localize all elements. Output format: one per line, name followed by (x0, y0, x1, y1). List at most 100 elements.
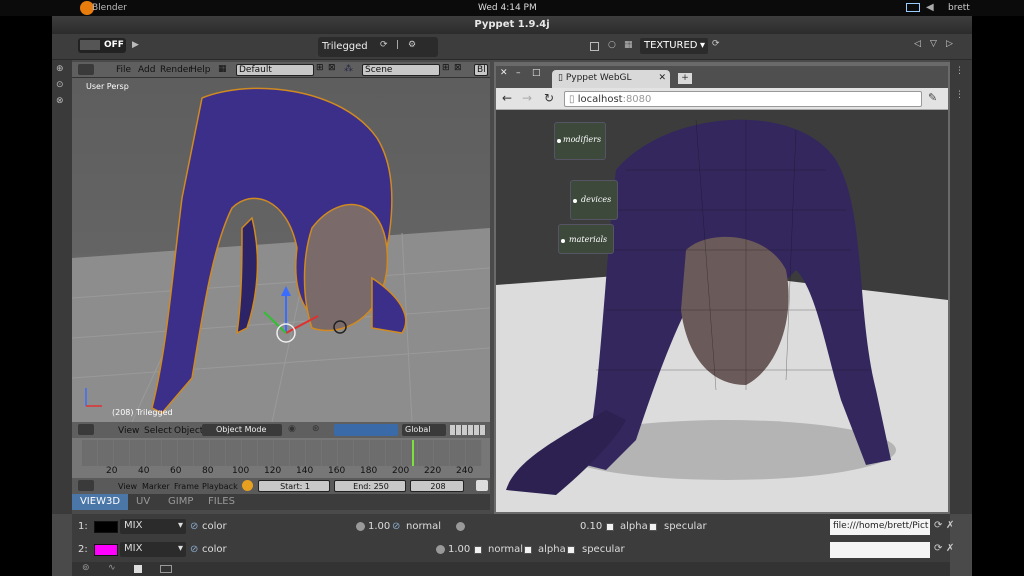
blend-mode-dropdown[interactable]: MIX ▾ (120, 542, 186, 557)
checkbox-icon[interactable] (590, 42, 599, 51)
blend-mode-dropdown[interactable]: MIX ▾ (120, 519, 186, 534)
secondary-value[interactable]: 0.10 (580, 521, 602, 532)
factor-value[interactable]: 1.00 (368, 521, 390, 532)
add-icon[interactable]: ⊞ (316, 63, 324, 73)
power-toggle[interactable]: OFF (78, 38, 126, 53)
user-menu[interactable]: brett (948, 3, 970, 13)
add-icon[interactable]: ⊞ (442, 63, 450, 73)
menu-view[interactable]: View (118, 482, 137, 491)
node-modifiers[interactable]: modifiers (554, 122, 606, 160)
menu-view[interactable]: View (118, 426, 139, 436)
orientation-dropdown[interactable]: Global (402, 424, 446, 436)
mode-checkbox[interactable] (524, 546, 532, 554)
circle-icon[interactable]: ⊚ (82, 563, 90, 573)
channel-dot-icon[interactable] (356, 522, 365, 531)
remove-icon[interactable]: ✗ (946, 543, 954, 554)
layout-field[interactable]: Default (236, 64, 314, 76)
texture-path-input[interactable] (830, 542, 930, 558)
tool-icon[interactable]: ⊙ (56, 80, 64, 90)
current-frame-field[interactable]: 208 (410, 480, 464, 492)
browser-tab[interactable]: ▯ Pyppet WebGL ✕ (552, 70, 670, 88)
texture-path-input[interactable]: file:///home/brett/Pict (830, 519, 930, 535)
menu-frame[interactable]: Frame (174, 482, 199, 491)
info-icon[interactable] (78, 64, 94, 75)
close-icon[interactable]: ✕ (500, 68, 508, 78)
tab-view3d[interactable]: VIEW3D (72, 494, 128, 510)
wrench-icon[interactable]: ✎ (928, 91, 937, 104)
address-bar[interactable]: ▯ localhost:8080 (564, 91, 922, 107)
tab-uv[interactable]: UV (136, 496, 150, 507)
viewport-3d[interactable]: User Persp (208) Trilegged (72, 78, 490, 422)
menu-marker[interactable]: Marker (142, 482, 170, 491)
scene-field[interactable]: Scene (362, 64, 440, 76)
play-controls-icon[interactable] (476, 480, 488, 491)
menu-select[interactable]: Select (144, 426, 172, 436)
webgl-canvas[interactable]: modifiers devices materials (496, 110, 948, 512)
tab-gimp[interactable]: GIMP (168, 496, 193, 507)
factor-value[interactable]: 1.00 (448, 544, 470, 555)
timeline-playhead[interactable] (412, 440, 414, 466)
value-checkbox[interactable] (606, 523, 614, 531)
maximize-icon[interactable]: □ (532, 68, 541, 78)
engine-field[interactable]: Bl (474, 64, 488, 76)
node-devices[interactable]: devices (570, 180, 618, 220)
system-clock[interactable]: Wed 4:14 PM (478, 3, 537, 13)
close-icon[interactable]: ⊠ (454, 63, 462, 73)
menu-help[interactable]: Help (190, 65, 211, 75)
tool-icon[interactable]: ⊗ (56, 96, 64, 106)
tool-icon[interactable]: ⊕ (56, 64, 64, 74)
arrow-down-icon[interactable]: ▽ (930, 39, 937, 49)
arrow-right-icon[interactable]: ▷ (946, 39, 953, 49)
remove-icon[interactable]: ✗ (946, 520, 954, 531)
volume-icon[interactable]: ◀ (926, 2, 934, 13)
close-icon[interactable]: ⊠ (328, 63, 336, 73)
shading-sphere-icon[interactable]: ◉ (288, 424, 296, 434)
shading-dropdown[interactable]: TEXTURED ▾ (640, 38, 708, 54)
tool-icon[interactable]: ⋮ (955, 66, 964, 76)
editor-type-icon[interactable] (78, 424, 94, 435)
end-frame-field[interactable]: End: 250 (334, 480, 406, 492)
settings-icon[interactable]: ⚙ (408, 40, 416, 50)
layers-icon[interactable] (450, 425, 486, 435)
alpha-checkbox[interactable] (649, 523, 657, 531)
curve-icon[interactable]: ∿ (108, 563, 116, 573)
minimize-icon[interactable]: – (516, 68, 521, 78)
link-icon[interactable]: ⊘ (392, 521, 400, 532)
keyboard-icon[interactable] (160, 565, 172, 573)
reload-icon[interactable]: ↻ (544, 91, 554, 105)
arrow-left-icon[interactable]: ◁ (914, 39, 921, 49)
link-icon[interactable]: ⊘ (190, 544, 198, 555)
new-tab-button[interactable]: + (678, 73, 692, 84)
refresh-icon[interactable]: ⟳ (712, 39, 720, 49)
channel-dot-icon[interactable] (436, 545, 445, 554)
app-menu-label[interactable]: Blender (92, 3, 127, 13)
close-icon[interactable]: ✕ (658, 73, 666, 83)
menu-playback[interactable]: Playback (202, 482, 238, 491)
square-icon[interactable] (134, 565, 142, 573)
pivot-icon[interactable]: ⊛ (312, 424, 320, 434)
value-checkbox[interactable] (474, 546, 482, 554)
forward-icon[interactable]: → (522, 91, 532, 105)
record-icon[interactable] (242, 480, 253, 491)
tool-icon[interactable]: ⋮ (955, 90, 964, 100)
manipulator-icons[interactable] (334, 424, 398, 436)
mode-dot-icon[interactable] (456, 522, 465, 531)
start-frame-field[interactable]: Start: 1 (258, 480, 330, 492)
grid-icon[interactable]: ▦ (624, 40, 633, 50)
play-icon[interactable]: ▶ (132, 40, 139, 50)
layout-icon[interactable]: ▦ (218, 64, 227, 74)
back-icon[interactable]: ← (502, 91, 512, 105)
reload-icon[interactable]: ⟳ (934, 520, 942, 531)
editor-type-icon[interactable] (78, 480, 94, 491)
scene-icon[interactable]: ⁂ (344, 64, 353, 74)
timeline[interactable]: 20 40 60 80 100 120 140 160 180 200 220 … (72, 438, 490, 478)
alpha-checkbox[interactable] (567, 546, 575, 554)
circle-icon[interactable]: ○ (608, 40, 616, 50)
mode-dropdown[interactable]: Object Mode (202, 424, 282, 436)
object-selector[interactable]: Trilegged ⟳ | ⚙ (318, 37, 438, 57)
network-icon[interactable] (906, 3, 920, 12)
menu-object[interactable]: Object (174, 426, 203, 436)
refresh-icon[interactable]: ⟳ (380, 40, 388, 50)
menu-file[interactable]: File (116, 65, 131, 75)
reload-icon[interactable]: ⟳ (934, 543, 942, 554)
